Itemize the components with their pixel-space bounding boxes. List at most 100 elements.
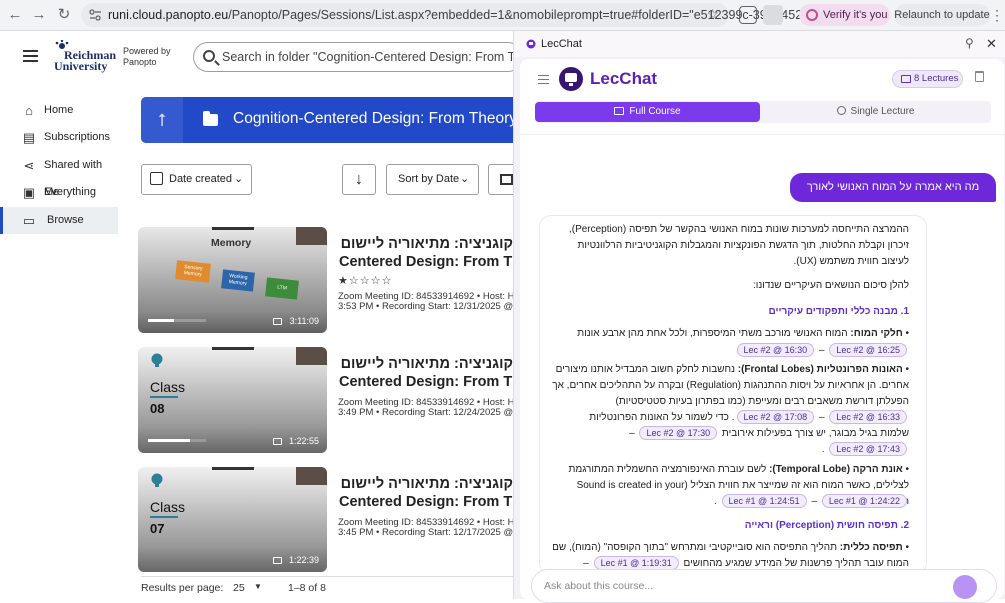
sort-direction-button[interactable]: ↓ bbox=[342, 164, 376, 195]
class-number: 08 bbox=[150, 401, 165, 416]
citation-chip[interactable]: Lec #1 @ 1:19:31 bbox=[593, 556, 679, 570]
section-heading-1: 1. מבנה כללי ותפקודים עיקריים bbox=[768, 306, 909, 317]
brain-icon bbox=[151, 353, 163, 367]
trash-icon[interactable] bbox=[975, 71, 984, 82]
citation-chip[interactable]: Lec #1 @ 1:24:51 bbox=[721, 494, 807, 508]
extensions-icon[interactable] bbox=[739, 6, 757, 24]
chat-menu-icon[interactable] bbox=[538, 75, 549, 84]
camera-feed bbox=[296, 347, 327, 365]
panel-header: LecChat ⚲ ✕ bbox=[514, 31, 1005, 57]
powered-by-panopto: Powered by Panopto bbox=[123, 46, 171, 67]
captions-icon bbox=[273, 557, 282, 564]
tab-full-course-label: Full Course bbox=[629, 106, 681, 117]
folder-icon bbox=[901, 75, 911, 83]
grid-view-icon bbox=[500, 174, 513, 185]
citation-chip[interactable]: Lec #2 @ 17:43 bbox=[829, 442, 907, 456]
address-bar[interactable]: runi.cloud.panopto.eu/Panopto/Pages/Sess… bbox=[81, 3, 820, 27]
sidebar-item-home[interactable]: ⌂ Home bbox=[0, 97, 118, 124]
search-icon bbox=[203, 50, 215, 62]
session-title[interactable]: Centered Design: From Th bbox=[339, 254, 513, 271]
reload-icon[interactable]: ↻ bbox=[55, 6, 73, 24]
verify-button[interactable]: Verify it's you bbox=[799, 4, 890, 26]
back-icon[interactable]: ← bbox=[6, 6, 24, 24]
watch-progress bbox=[148, 439, 206, 442]
lectures-count: 8 Lectures bbox=[914, 73, 959, 84]
share-icon: ⋖ bbox=[23, 158, 35, 173]
bullet-brain-parts: • חלקי המוח: המוח האנושי מורכב משתי המיס… bbox=[577, 328, 909, 339]
sort-by-dropdown[interactable]: Sort by Date ⌄ bbox=[386, 164, 479, 195]
citation-chip[interactable]: Lec #2 @ 16:33 bbox=[829, 410, 907, 424]
star-rating[interactable]: ★☆☆☆☆ bbox=[338, 274, 392, 287]
pin-icon[interactable]: ⚲ bbox=[965, 36, 974, 50]
relaunch-button[interactable]: Relaunch to update bbox=[894, 4, 990, 26]
sidebar-item-label: Browse bbox=[47, 214, 84, 226]
lecchat-logo-icon bbox=[559, 67, 583, 91]
divider bbox=[520, 134, 1004, 135]
results-per-page-value: 25 bbox=[233, 582, 245, 594]
sidebar-item-shared[interactable]: ⋖ Shared with Me bbox=[0, 152, 118, 198]
session-thumbnail[interactable]: Class 08 1:22:55 bbox=[138, 347, 327, 453]
slide-bar bbox=[212, 347, 254, 350]
session-title-hebrew[interactable]: קוגניציה: מתיאוריה ליישום bbox=[339, 236, 513, 253]
lecchat-side-panel: LecChat ⚲ ✕ LecChat 8 Lectures Full Cour… bbox=[513, 31, 1005, 603]
date-created-filter[interactable]: Date created ⌄ bbox=[141, 164, 252, 195]
menu-kebab-icon[interactable]: ⋮ bbox=[990, 6, 1004, 24]
watch-progress-fill bbox=[148, 439, 190, 442]
citation-chip[interactable]: Lec #2 @ 16:30 bbox=[736, 343, 815, 357]
close-icon[interactable]: ✕ bbox=[986, 36, 997, 52]
assistant-message: ההמרצה התייחסה למערכות שונות במוח האנושי… bbox=[539, 215, 927, 575]
sidebar-item-subscriptions[interactable]: ▤ Subscriptions bbox=[0, 124, 118, 151]
session-thumbnail[interactable]: Memory Sensory Memory Working Memory LTM… bbox=[138, 227, 327, 333]
citation-row: Lec #2 @ 16:33 – Lec #2 @ 17:08. כדי לשמ… bbox=[551, 410, 909, 426]
citation-row: Lec #1 @ 1:24:22 – Lec #1 @ 1:24:51 . bbox=[551, 494, 909, 510]
sidebar-item-everything[interactable]: ▣ Everything bbox=[0, 179, 118, 206]
verify-label: Verify it's you bbox=[823, 9, 888, 21]
folder-title: Cognition-Centered Design: From Theory t… bbox=[233, 110, 513, 127]
citation-chip[interactable]: Lec #1 @ 1:24:22 bbox=[821, 494, 907, 508]
class-underline bbox=[150, 516, 178, 518]
session-title-hebrew[interactable]: קוגניציה: מתיאוריה ליישום bbox=[339, 356, 513, 373]
chat-window: LecChat 8 Lectures Full Course Single Le… bbox=[520, 59, 1004, 603]
tab-single-lecture[interactable]: Single Lecture bbox=[760, 102, 991, 122]
bookmark-star-icon[interactable]: ☆ bbox=[706, 6, 719, 23]
session-title[interactable]: Centered Design: From Th bbox=[339, 374, 513, 391]
chat-input-placeholder: Ask about this course... bbox=[544, 580, 654, 592]
sidebar-item-browse[interactable]: ▭ Browse bbox=[0, 207, 118, 234]
chat-input[interactable]: Ask about this course... bbox=[531, 569, 997, 603]
dropdown-arrow-icon: ▼ bbox=[254, 582, 262, 591]
session-title-hebrew[interactable]: קוגניציה: מתיאוריה ליישום bbox=[339, 476, 513, 493]
slide-title: Memory bbox=[211, 237, 252, 249]
tab-single-lecture-label: Single Lecture bbox=[850, 106, 915, 117]
answer-summary-intro: להלן סיכום הנושאים העיקריים שנדונו: bbox=[753, 280, 909, 291]
user-message: מה היא אמרה על המוח האנושי לאורך הקורס? bbox=[790, 173, 996, 222]
sensory-memory-box: Sensory Memory bbox=[175, 260, 211, 283]
session-title[interactable]: Centered Design: From Th bbox=[339, 494, 513, 511]
folder-search-input[interactable]: Search in folder "Cognition-Centered Des… bbox=[193, 42, 523, 72]
citation-chip[interactable]: Lec #2 @ 17:30 bbox=[639, 426, 718, 440]
site-settings-icon[interactable] bbox=[89, 9, 102, 21]
results-per-page-select[interactable]: 25 ▼ bbox=[233, 582, 263, 594]
citation-chip[interactable]: Lec #2 @ 16:25 bbox=[829, 343, 907, 357]
section-heading-2: 2. תפיסה חושית (Perception) וראייה bbox=[744, 520, 909, 531]
citation-row: Lec #2 @ 16:25 – Lec #2 @ 16:30 bbox=[551, 343, 909, 359]
sidebar-item-label: Everything bbox=[44, 186, 96, 198]
profile-icon bbox=[806, 9, 818, 21]
parent-folder-button[interactable]: ⭡ bbox=[141, 97, 183, 143]
bullet-frontal-lobes: • האונות הפרונטליות (Frontal Lobes): נחש… bbox=[552, 364, 909, 407]
university-logo[interactable]: Reichman University bbox=[52, 40, 116, 74]
tab-full-course[interactable]: Full Course bbox=[535, 102, 760, 122]
divider bbox=[141, 576, 513, 577]
lectures-badge[interactable]: 8 Lectures bbox=[892, 70, 963, 88]
citation-chip[interactable]: Lec #2 @ 17:08 bbox=[736, 410, 815, 424]
brain-icon bbox=[151, 473, 163, 487]
camera-feed bbox=[296, 227, 327, 245]
duration: 3:11:09 bbox=[289, 316, 319, 326]
sort-by-label: Sort by Date bbox=[398, 173, 460, 185]
session-thumbnail[interactable]: Class 07 1:22:39 bbox=[138, 467, 327, 572]
forward-icon[interactable]: → bbox=[30, 6, 48, 24]
side-panel-icon[interactable] bbox=[763, 5, 783, 25]
slide-bar bbox=[212, 227, 254, 230]
panel-title: LecChat bbox=[541, 38, 582, 50]
send-button[interactable] bbox=[953, 575, 977, 599]
hamburger-menu-icon[interactable] bbox=[23, 50, 38, 62]
